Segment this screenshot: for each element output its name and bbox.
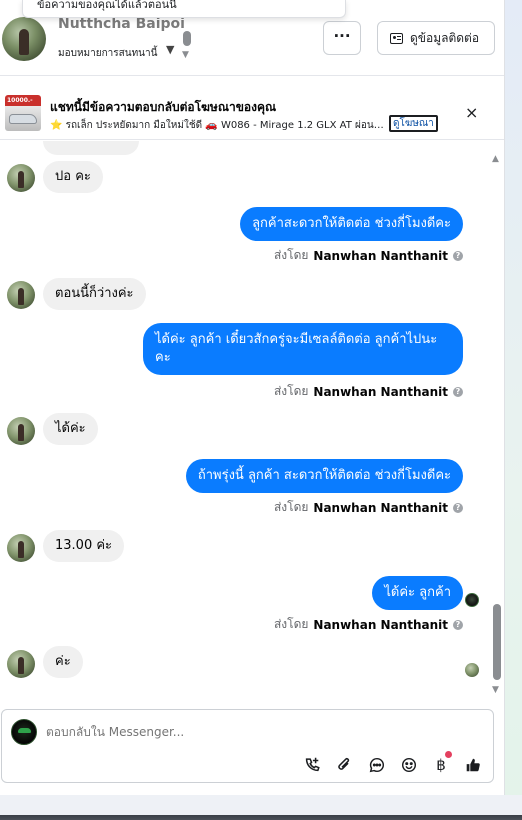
notification-tooltip: ข้อความของคุณได้แล้วตอนนี้ [22,0,346,18]
notification-badge [445,751,452,758]
info-icon[interactable]: ? [453,619,463,630]
taskbar-edge [0,795,522,820]
call-add-icon[interactable] [302,755,322,775]
notification-text: ข้อความของคุณได้แล้วตอนนี้ [37,0,177,11]
message-composer: ฿ [1,709,494,783]
sender-avatar[interactable] [7,650,35,678]
seen-indicator-avatar [465,593,479,607]
message-bubble-incoming[interactable]: ปอ คะ [43,161,103,193]
sent-by-label: ส่งโดย Nanwhan Nanthanit ? [274,498,463,517]
scroll-up-arrow[interactable]: ▲ [492,154,499,164]
ad-banner-title: แชทนี้มีข้อความตอบกลับต่อโฆษณาของคุณ [50,100,277,114]
info-icon[interactable]: ? [453,502,463,513]
info-icon[interactable]: ? [453,386,463,397]
scrollbar-thumb[interactable] [493,604,501,680]
message-bubble-incoming[interactable]: ตอนนี้ก็ว่างค่ะ [43,278,146,310]
info-icon[interactable]: ? [453,250,463,261]
sent-by-prefix: ส่งโดย [273,617,309,631]
message-bubble-outgoing[interactable]: ลูกค้าสะดวกให้ติดต่อ ช่วงกี่โมงดีคะ [240,207,463,241]
scroll-down-arrow[interactable]: ▼ [492,685,499,695]
read-receipt-avatar [465,663,479,677]
background-right [505,0,522,820]
sent-by-prefix: ส่งโดย [273,500,309,514]
message-bubble-incoming[interactable]: ค่ะ [43,646,83,678]
conversation-panel: Nutthcha Baipoi มอบหมายการสนทนานี้ ▼ ▼ ·… [0,0,505,795]
more-options-button[interactable]: ··· [323,21,361,55]
ad-reply-banner: 10000.- แชทนี้มีข้อความตอบกลับต่อโฆษณาขอ… [0,86,504,140]
view-ad-link[interactable]: ดูโฆษณา [389,115,438,132]
sender-avatar[interactable] [7,164,35,192]
contact-card-icon [390,32,403,44]
page-avatar [11,719,37,745]
contact-name[interactable]: Nutthcha Baipoi [58,16,185,32]
contact-avatar[interactable] [2,17,46,61]
sent-by-prefix: ส่งโดย [273,248,309,262]
mini-scrollbar-thumb[interactable] [183,31,191,46]
sender-avatar[interactable] [7,417,35,445]
sent-by-name: Nanwhan Nanthanit [313,248,448,263]
close-icon[interactable]: × [465,103,478,122]
sent-by-prefix: ส่งโดย [273,384,309,398]
sent-by-name: Nanwhan Nanthanit [313,500,448,515]
sent-by-label: ส่งโดย Nanwhan Nanthanit ? [274,615,463,634]
ad-banner-subtitle: ⭐ รถเล็ก ประหยัดมาก มือใหม่ใช้ดี 🚗 W086 … [50,120,385,131]
sender-avatar[interactable] [7,281,35,309]
sender-avatar[interactable] [7,534,35,562]
view-contact-info-label: ดูข้อมูลติดต่อ [410,30,480,45]
message-bubble-incoming[interactable]: ได้ค่ะ [43,413,98,445]
emoji-icon[interactable] [399,755,419,775]
message-bubble-incoming[interactable]: 13.00 ค่ะ [43,530,125,562]
message-bubble-partial [43,141,139,155]
reply-input[interactable] [46,722,466,742]
message-list: ปอ คะ ลูกค้าสะดวกให้ติดต่อ ช่วงกี่โมงดีค… [0,141,492,699]
view-contact-info-button[interactable]: ดูข้อมูลติดต่อ [377,21,495,55]
assign-conversation-label[interactable]: มอบหมายการสนทนานี้ [58,46,157,61]
saved-reply-icon[interactable] [367,755,387,775]
mini-scroll-down-arrow[interactable]: ▼ [182,50,189,60]
message-bubble-outgoing[interactable]: ถ้าพรุ่งนี้ ลูกค้า สะดวกให้ติดต่อ ช่วงกี… [185,459,463,493]
ad-thumbnail[interactable]: 10000.- [5,95,41,131]
payment-icon[interactable]: ฿ [431,751,452,775]
sent-by-label: ส่งโดย Nanwhan Nanthanit ? [274,382,463,401]
sent-by-label: ส่งโดย Nanwhan Nanthanit ? [274,246,463,265]
like-icon[interactable] [463,755,483,775]
ad-thumbnail-price: 10000.- [7,97,33,104]
sent-by-name: Nanwhan Nanthanit [313,384,448,399]
message-bubble-outgoing[interactable]: ได้ค่ะ ลูกค้า [372,576,463,610]
sent-by-name: Nanwhan Nanthanit [313,617,448,632]
attachment-icon[interactable] [334,755,354,775]
chevron-down-icon[interactable]: ▼ [166,43,174,56]
car-icon [9,114,37,124]
message-bubble-outgoing[interactable]: ได้ค่ะ ลูกค้า เดี๋ยวสักครู่จะมีเซลล์ติดต… [143,323,463,375]
